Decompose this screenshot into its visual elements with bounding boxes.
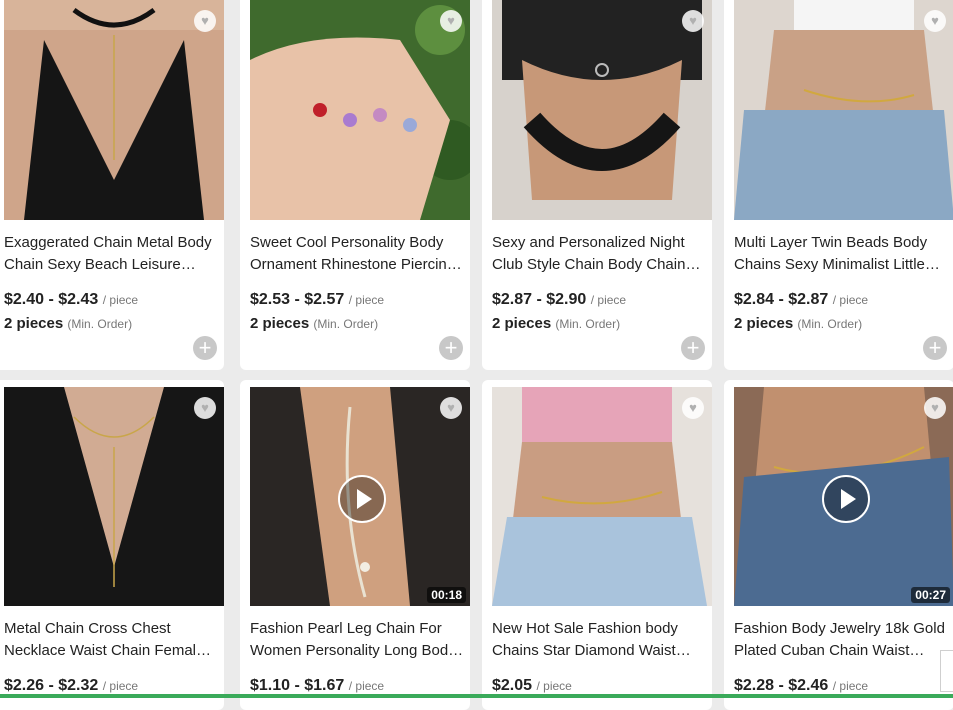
product-title[interactable]: Fashion Pearl Leg Chain For Women Person…: [250, 618, 465, 662]
product-price: $2.05 / piece: [492, 677, 572, 695]
product-image[interactable]: ♥: [4, 0, 224, 220]
add-plus-icon[interactable]: +: [439, 336, 463, 360]
product-image[interactable]: ♥: [4, 387, 224, 606]
product-price: $2.53 - $2.57 / piece: [250, 291, 384, 309]
favorite-heart-icon[interactable]: ♥: [440, 397, 462, 419]
product-card[interactable]: ♥ Sexy and Personalized Night Club Style…: [482, 0, 712, 370]
product-video[interactable]: ♥ 00:18: [250, 387, 470, 606]
price-unit: / piece: [832, 293, 869, 307]
product-title[interactable]: Multi Layer Twin Beads Body Chains Sexy …: [734, 232, 949, 276]
price-unit: / piece: [102, 293, 139, 307]
price-range: $2.05: [492, 677, 533, 694]
product-card[interactable]: ♥ Sweet Cool Personality Body Ornament R…: [240, 0, 470, 370]
product-video[interactable]: ♥ 00:27: [734, 387, 953, 606]
min-order: 2 pieces (Min. Order): [4, 315, 132, 332]
favorite-heart-icon[interactable]: ♥: [440, 10, 462, 32]
min-order-qty: 2 pieces: [734, 315, 794, 332]
price-range: $2.40 - $2.43: [4, 291, 99, 308]
min-order-qty: 2 pieces: [492, 315, 552, 332]
add-plus-icon[interactable]: +: [923, 336, 947, 360]
product-title[interactable]: Metal Chain Cross Chest Necklace Waist C…: [4, 618, 219, 662]
price-unit: / piece: [832, 679, 869, 693]
price-range: $1.10 - $1.67: [250, 677, 345, 694]
min-order: 2 pieces (Min. Order): [250, 315, 378, 332]
price-unit: / piece: [102, 679, 139, 693]
video-duration: 00:18: [427, 587, 466, 603]
product-grid: ♥ Exaggerated Chain Metal Body Chain Sex…: [0, 0, 953, 710]
price-range: $2.28 - $2.46: [734, 677, 829, 694]
min-order-qty: 2 pieces: [4, 315, 64, 332]
play-icon[interactable]: [822, 474, 870, 523]
product-price: $1.10 - $1.67 / piece: [250, 677, 384, 695]
product-title[interactable]: Sweet Cool Personality Body Ornament Rhi…: [250, 232, 465, 276]
product-price: $2.40 - $2.43 / piece: [4, 291, 138, 309]
price-range: $2.84 - $2.87: [734, 291, 829, 308]
product-card[interactable]: ♥ New Hot Sale Fashion body Chains Star …: [482, 380, 712, 710]
min-order-label: (Min. Order): [67, 317, 133, 331]
min-order-qty: 2 pieces: [250, 315, 310, 332]
play-icon[interactable]: [338, 474, 386, 523]
favorite-heart-icon[interactable]: ♥: [924, 10, 946, 32]
product-card[interactable]: ♥ 00:27 Fashion Body Jewelry 18k Gold Pl…: [724, 380, 953, 710]
video-duration: 00:27: [911, 587, 950, 603]
favorite-heart-icon[interactable]: ♥: [682, 10, 704, 32]
price-unit: / piece: [590, 293, 627, 307]
product-card[interactable]: ♥ Exaggerated Chain Metal Body Chain Sex…: [0, 0, 224, 370]
product-price: $2.28 - $2.46 / piece: [734, 677, 868, 695]
price-range: $2.87 - $2.90: [492, 291, 587, 308]
product-card[interactable]: ♥ Metal Chain Cross Chest Necklace Waist…: [0, 380, 224, 710]
price-range: $2.53 - $2.57: [250, 291, 345, 308]
bottom-accent-bar: [0, 694, 953, 698]
favorite-heart-icon[interactable]: ♥: [194, 10, 216, 32]
favorite-heart-icon[interactable]: ♥: [194, 397, 216, 419]
favorite-heart-icon[interactable]: ♥: [924, 397, 946, 419]
product-card[interactable]: ♥ Multi Layer Twin Beads Body Chains Sex…: [724, 0, 953, 370]
product-image[interactable]: ♥: [250, 0, 470, 220]
product-title[interactable]: Fashion Body Jewelry 18k Gold Plated Cub…: [734, 618, 949, 662]
product-price: $2.84 - $2.87 / piece: [734, 291, 868, 309]
price-unit: / piece: [536, 679, 572, 693]
min-order-label: (Min. Order): [555, 317, 621, 331]
min-order: 2 pieces (Min. Order): [492, 315, 620, 332]
product-title[interactable]: New Hot Sale Fashion body Chains Star Di…: [492, 618, 707, 662]
product-price: $2.26 - $2.32 / piece: [4, 677, 138, 695]
price-unit: / piece: [348, 679, 385, 693]
product-title[interactable]: Exaggerated Chain Metal Body Chain Sexy …: [4, 232, 219, 276]
add-plus-icon[interactable]: +: [681, 336, 705, 360]
product-price: $2.87 - $2.90 / piece: [492, 291, 626, 309]
side-widget-tab[interactable]: [940, 650, 953, 692]
product-image[interactable]: ♥: [492, 0, 712, 220]
product-image[interactable]: ♥: [734, 0, 953, 220]
price-unit: / piece: [348, 293, 385, 307]
add-plus-icon[interactable]: +: [193, 336, 217, 360]
min-order: 2 pieces (Min. Order): [734, 315, 862, 332]
price-range: $2.26 - $2.32: [4, 677, 99, 694]
min-order-label: (Min. Order): [797, 317, 863, 331]
product-card[interactable]: ♥ 00:18 Fashion Pearl Leg Chain For Wome…: [240, 380, 470, 710]
product-title[interactable]: Sexy and Personalized Night Club Style C…: [492, 232, 707, 276]
min-order-label: (Min. Order): [313, 317, 379, 331]
product-image[interactable]: ♥: [492, 387, 712, 606]
favorite-heart-icon[interactable]: ♥: [682, 397, 704, 419]
